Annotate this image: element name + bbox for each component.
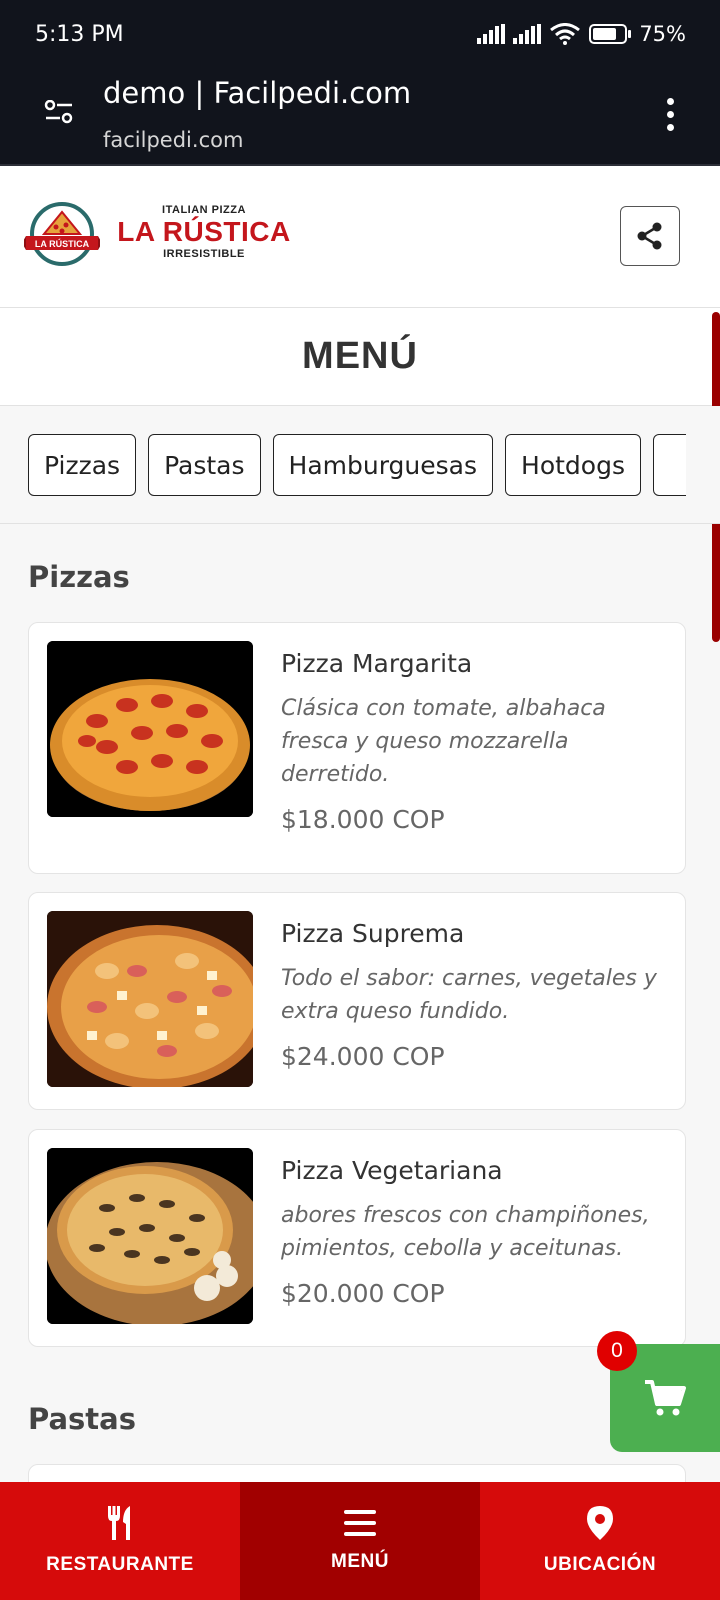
battery-percent: 75% [639, 22, 686, 46]
signal-icon [513, 24, 542, 44]
menu-item-price: $24.000 COP [281, 1042, 445, 1071]
category-chip-next[interactable] [652, 434, 686, 496]
menu-item-price: $18.000 COP [281, 805, 445, 834]
nav-label: MENÚ [331, 1551, 389, 1572]
category-bar: Pizzas Pastas Hamburguesas Hotdogs [0, 406, 720, 524]
more-options-icon[interactable] [667, 98, 674, 131]
nav-restaurante[interactable]: RESTAURANTE [0, 1482, 240, 1600]
brand-top-line: ITALIAN PIZZA [162, 204, 246, 216]
signal-icon [477, 24, 506, 44]
bottom-nav: RESTAURANTE MENÚ UBICACIÓN [0, 1482, 720, 1600]
menu-item-description: Todo el sabor: carnes, vegetales y extra… [281, 966, 657, 1024]
status-time: 5:13 PM [35, 22, 124, 47]
category-chip-hotdogs[interactable]: Hotdogs [505, 434, 641, 496]
site-header: LA RÚSTICA ITALIAN PIZZA LA RÚSTICA IRRE… [0, 166, 720, 308]
category-chip-pizzas[interactable]: Pizzas [28, 434, 137, 496]
menu-item-description: abores frescos con champiñones, pimiento… [281, 1203, 650, 1261]
browser-page-title[interactable]: demo | Facilpedi.com [103, 76, 411, 110]
nav-label: UBICACIÓN [543, 1554, 657, 1575]
nav-label: RESTAURANTE [46, 1554, 194, 1575]
section-title-pastas: Pastas [28, 1402, 136, 1436]
hawaiian-pizza-image [47, 911, 253, 1087]
cart-count-badge: 0 [597, 1331, 637, 1371]
menu-item-card[interactable]: Pizza Margarita Clásica con tomate, alba… [28, 622, 686, 874]
status-bar: 5:13 PM 75% [0, 0, 720, 70]
brand-logo-badge[interactable]: LA RÚSTICA [24, 200, 100, 270]
brand-wordmark[interactable]: ITALIAN PIZZA LA RÚSTICA IRRESISTIBLE [116, 204, 292, 260]
menu-item-price: $20.000 COP [281, 1279, 445, 1308]
location-pin-icon [587, 1506, 613, 1540]
share-icon [637, 222, 662, 250]
category-chip-pastas[interactable]: Pastas [148, 434, 261, 496]
battery-icon [589, 24, 632, 44]
site-settings-icon[interactable] [44, 100, 74, 124]
menu-item-card[interactable]: Pizza Suprema Todo el sabor: carnes, veg… [28, 892, 686, 1110]
menu-icon [344, 1510, 376, 1536]
menu-item-name: Pizza Vegetariana [281, 1156, 503, 1185]
brand-name: LA RÚSTICA [117, 216, 291, 247]
brand-tagline: IRRESISTIBLE [163, 248, 245, 260]
nav-menu[interactable]: MENÚ [240, 1482, 480, 1600]
wifi-icon [550, 23, 581, 45]
cart-icon [645, 1380, 686, 1416]
svg-text:LA RÚSTICA: LA RÚSTICA [35, 238, 90, 249]
fork-knife-icon [108, 1506, 130, 1540]
browser-bar: demo | Facilpedi.com facilpedi.com [0, 70, 720, 166]
menu-item-name: Pizza Margarita [281, 649, 473, 678]
share-button[interactable] [620, 206, 680, 266]
category-chip-hamburguesas[interactable]: Hamburguesas [272, 434, 494, 496]
menu-item-card[interactable]: Pizza Vegetariana abores frescos con cha… [28, 1129, 686, 1347]
section-title-pizzas: Pizzas [28, 560, 130, 594]
nav-ubicacion[interactable]: UBICACIÓN [480, 1482, 720, 1600]
page-title-bar: MENÚ [0, 308, 720, 406]
menu-item-name: Pizza Suprema [281, 919, 465, 948]
menu-item-description: Clásica con tomate, albahaca fresca y qu… [281, 696, 606, 787]
mushroom-pizza-image [47, 1148, 253, 1324]
pepperoni-pizza-image [47, 641, 253, 817]
page-title: MENÚ [302, 335, 418, 377]
browser-url[interactable]: facilpedi.com [103, 128, 243, 152]
